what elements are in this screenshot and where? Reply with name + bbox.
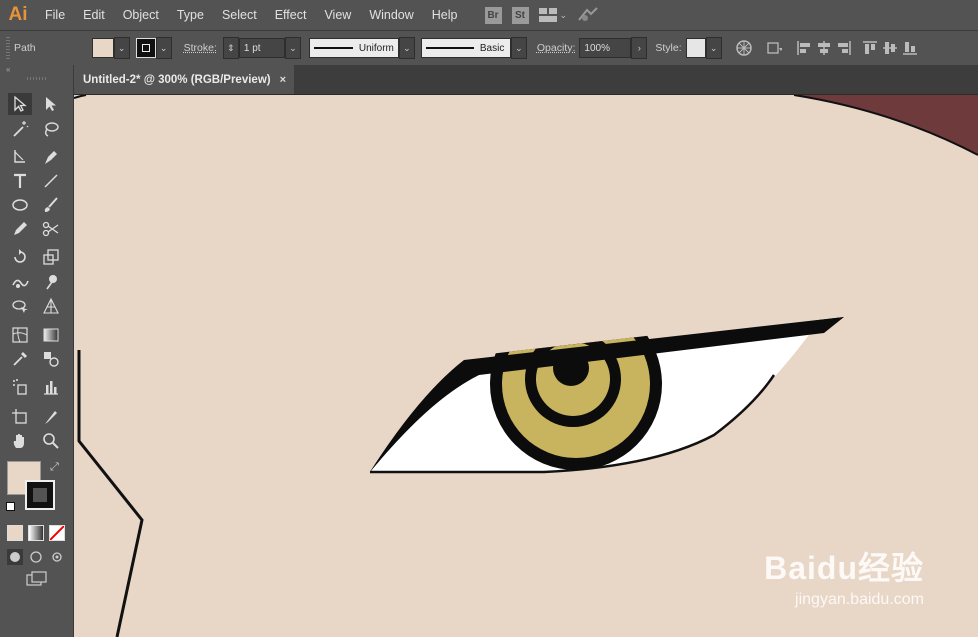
brush-definition[interactable]: Basic bbox=[420, 38, 511, 58]
stroke-color-box[interactable] bbox=[25, 480, 55, 510]
ellipse-tool-icon[interactable] bbox=[8, 194, 32, 216]
color-mode-icon[interactable] bbox=[7, 525, 23, 541]
document-tab[interactable]: Untitled-2* @ 300% (RGB/Preview) × bbox=[74, 65, 294, 94]
pencil-tool-icon[interactable] bbox=[8, 218, 32, 240]
gradient-mode-icon[interactable] bbox=[28, 525, 44, 541]
gradient-tool-icon[interactable] bbox=[39, 324, 63, 346]
default-colors-icon[interactable] bbox=[6, 502, 15, 511]
menu-help[interactable]: Help bbox=[423, 8, 467, 22]
mesh-tool-icon[interactable] bbox=[8, 324, 32, 346]
pen-tool-icon[interactable] bbox=[8, 146, 32, 168]
profile-dropdown[interactable]: ⌄ bbox=[398, 37, 415, 59]
align-center-icon[interactable] bbox=[816, 40, 832, 56]
watermark-url: jingyan.baidu.com bbox=[795, 591, 924, 608]
artboard-tool-icon[interactable] bbox=[8, 406, 32, 428]
menu-effect[interactable]: Effect bbox=[266, 8, 316, 22]
gpu-performance-icon[interactable] bbox=[577, 6, 599, 25]
style-dropdown[interactable]: ⌄ bbox=[705, 37, 722, 59]
stroke-label[interactable]: Stroke: bbox=[184, 42, 217, 54]
stroke-weight-field[interactable]: 1 pt bbox=[238, 38, 285, 58]
opacity-label[interactable]: Opacity: bbox=[537, 42, 576, 54]
screen-mode-icon[interactable] bbox=[26, 571, 48, 590]
magic-wand-tool-icon[interactable] bbox=[8, 118, 32, 140]
slice-tool-icon[interactable] bbox=[39, 406, 63, 428]
symbol-sprayer-tool-icon[interactable] bbox=[8, 376, 32, 398]
workspace-layout-icon[interactable]: ⌄ bbox=[538, 8, 567, 22]
opacity-dropdown[interactable]: › bbox=[631, 37, 648, 59]
document-title: Untitled-2* @ 300% (RGB/Preview) bbox=[83, 73, 271, 86]
perspective-grid-tool-icon[interactable] bbox=[39, 295, 63, 317]
menu-type[interactable]: Type bbox=[168, 8, 213, 22]
profile-label: Uniform bbox=[358, 42, 394, 54]
opacity-field[interactable]: 100% bbox=[579, 38, 632, 58]
puppet-warp-tool-icon[interactable] bbox=[39, 271, 63, 293]
brush-dropdown[interactable]: ⌄ bbox=[510, 37, 527, 59]
stroke-weight-dropdown[interactable]: ⌄ bbox=[284, 37, 301, 59]
align-left-icon[interactable] bbox=[796, 40, 812, 56]
menu-window[interactable]: Window bbox=[360, 8, 422, 22]
artboard-canvas[interactable]: Baidu经验 jingyan.baidu.com bbox=[74, 95, 978, 637]
control-bar-grip[interactable] bbox=[6, 37, 10, 59]
baidu-watermark: Baidu经验 jingyan.baidu.com bbox=[764, 543, 924, 609]
curvature-pen-icon[interactable] bbox=[39, 146, 63, 168]
line-segment-tool-icon[interactable] bbox=[39, 170, 63, 192]
selection-tool-icon[interactable] bbox=[8, 93, 32, 115]
hair-shape bbox=[794, 95, 978, 155]
top-edge-line bbox=[74, 95, 87, 99]
recolor-artwork-icon[interactable] bbox=[735, 40, 752, 56]
rotate-tool-icon[interactable] bbox=[8, 246, 32, 268]
draw-behind-icon[interactable] bbox=[28, 549, 44, 565]
close-icon[interactable]: × bbox=[280, 74, 286, 86]
bridge-icon[interactable]: Br bbox=[484, 6, 502, 24]
variable-width-profile[interactable]: Uniform bbox=[308, 38, 399, 58]
shape-builder-tool-icon[interactable] bbox=[8, 295, 32, 317]
lasso-tool-icon[interactable] bbox=[39, 118, 63, 140]
brush-label: Basic bbox=[479, 42, 505, 54]
align-to-icon[interactable] bbox=[766, 40, 782, 56]
align-bottom-icon[interactable] bbox=[902, 40, 918, 56]
tools-grip[interactable] bbox=[26, 77, 47, 80]
menu-file[interactable]: File bbox=[36, 8, 74, 22]
fill-dropdown[interactable]: ⌄ bbox=[113, 37, 130, 59]
align-right-icon[interactable] bbox=[836, 40, 852, 56]
zoom-tool-icon[interactable] bbox=[39, 430, 63, 452]
document-tab-bar: Untitled-2* @ 300% (RGB/Preview) × bbox=[74, 65, 978, 95]
draw-inside-icon[interactable] bbox=[49, 549, 65, 565]
menu-bar: Ai File Edit Object Type Select Effect V… bbox=[0, 0, 978, 30]
menu-object[interactable]: Object bbox=[114, 8, 168, 22]
type-tool-icon[interactable] bbox=[8, 170, 32, 192]
menu-edit[interactable]: Edit bbox=[74, 8, 114, 22]
swap-fill-stroke-icon[interactable]: ⤢ bbox=[50, 461, 59, 474]
scissors-tool-icon[interactable] bbox=[39, 218, 63, 240]
scale-tool-icon[interactable] bbox=[39, 246, 63, 268]
stroke-color-dropdown[interactable]: ⌄ bbox=[155, 37, 172, 59]
width-tool-icon[interactable] bbox=[8, 271, 32, 293]
eyedropper-tool-icon[interactable] bbox=[8, 348, 32, 370]
draw-normal-icon[interactable] bbox=[7, 549, 23, 565]
face-outline bbox=[77, 350, 144, 637]
hand-tool-icon[interactable] bbox=[8, 430, 32, 452]
blend-tool-icon[interactable] bbox=[39, 348, 63, 370]
app-logo: Ai bbox=[8, 4, 28, 25]
stroke-weight-stepper[interactable]: ⇕ bbox=[222, 37, 239, 59]
watermark-brand: Baidu经验 bbox=[764, 550, 924, 586]
paintbrush-tool-icon[interactable] bbox=[39, 194, 63, 216]
collapse-panel-icon[interactable]: « bbox=[0, 65, 73, 75]
align-top-icon[interactable] bbox=[862, 40, 878, 56]
align-middle-icon[interactable] bbox=[882, 40, 898, 56]
menu-select[interactable]: Select bbox=[213, 8, 266, 22]
stock-icon[interactable]: St bbox=[511, 6, 529, 24]
stroke-color-swatch[interactable] bbox=[135, 38, 156, 58]
direct-selection-tool-icon[interactable] bbox=[39, 93, 63, 115]
control-bar: Path ⌄ ⌄ Stroke: ⇕ 1 pt ⌄ Uniform ⌄ Basi… bbox=[0, 30, 978, 66]
menu-view[interactable]: View bbox=[315, 8, 360, 22]
style-label: Style: bbox=[655, 42, 682, 54]
tools-panel: « ⤢ bbox=[0, 65, 74, 637]
selection-label: Path bbox=[14, 42, 36, 54]
none-mode-icon[interactable] bbox=[49, 525, 65, 541]
fill-color-swatch[interactable] bbox=[91, 38, 114, 58]
column-graph-tool-icon[interactable] bbox=[39, 376, 63, 398]
style-swatch[interactable] bbox=[685, 38, 706, 58]
